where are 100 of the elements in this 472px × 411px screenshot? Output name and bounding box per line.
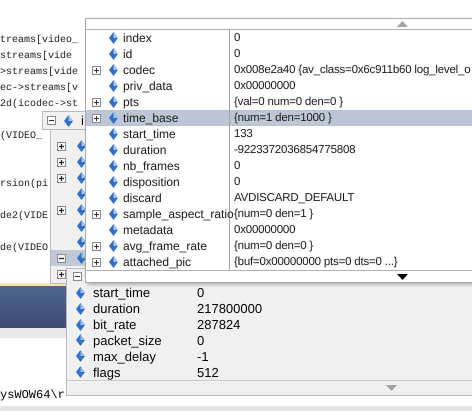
datatip-row[interactable]: metadata 0x00000000 [86,222,472,238]
field-name: metadata [123,223,174,238]
code-line: rsion(pi [0,178,48,192]
field-icon [109,48,118,60]
code-line: streams[vide [0,50,72,64]
field-name: packet_size [93,332,162,348]
field-icon [76,366,85,378]
datatip-row[interactable]: discard AVDISCARD_DEFAULT [86,190,472,206]
field-icon [109,32,118,44]
datatip-row[interactable]: start_time 133 [86,126,472,142]
field-name: flags [93,364,120,380]
datatip-row[interactable]: codec 0x008e2a40 {av_class=0x6c911b60 log_level_o [86,62,472,78]
field-value: 0 [233,160,240,172]
field-icon [76,334,85,346]
expand-icon[interactable] [92,114,100,123]
field-value: AVDISCARD_DEFAULT [233,192,354,204]
expand-icon[interactable] [92,98,100,107]
code-line: de(VIDEO [0,242,48,256]
field-name: id [123,47,132,62]
field-icon [109,64,118,76]
code-line: treams[video_ [0,34,78,48]
datatip-row[interactable]: index 0 [86,30,472,46]
code-line: ec->streams[v [0,82,78,96]
field-name: start_time [93,285,150,300]
field-value: 217800000 [197,301,262,316]
field-value: 133 [233,128,253,140]
field-icon [76,302,85,315]
field-name: discard [123,191,162,206]
field-icon [76,350,85,362]
field-icon [64,114,73,126]
field-icon [76,286,85,299]
field-name: duration [93,301,140,316]
expand-icon[interactable] [92,210,100,219]
field-name: bit_rate [93,317,136,332]
expand-icon[interactable] [56,142,66,150]
output-text: ysWOW64\r [0,388,65,402]
field-name: attached_pic [123,255,192,270]
field-value: 512 [197,364,219,380]
expand-icon[interactable] [92,66,100,75]
field-icon [109,224,118,236]
datatip-row[interactable]: time_base {num=1 den=1000 } [86,110,472,126]
field-icon [109,176,118,188]
datatip-row[interactable]: sample_aspect_ratio{num=0 den=1 } [86,206,472,222]
field-value: 287824 [197,317,240,332]
field-value: {buf=0x00000000 pts=0 dts=0 ...} [233,256,398,268]
field-icon [109,160,118,172]
field-icon [109,192,118,204]
collapse-icon[interactable] [56,254,66,262]
code-line: 2d(icodec->st [0,98,78,112]
datatip-row[interactable]: duration -9223372036854775808 [86,142,472,158]
field-icon [109,208,118,220]
field-name: priv_data [123,79,172,94]
field-icon [109,80,118,92]
datatip-row[interactable]: disposition 0 [86,174,472,190]
field-name: duration [123,143,166,158]
field-name: avg_frame_rate [123,239,208,254]
field-name: time_base [123,111,178,126]
field-value: 0 [197,332,204,348]
code-line: >streams[vide [0,66,78,80]
field-value: 0x00000000 [233,80,296,92]
field-value: {val=0 num=0 den=0 } [233,96,343,108]
field-value: 0x00000000 [233,224,296,236]
datatip-row[interactable]: attached_pic {buf=0x00000000 pts=0 dts=0 ...} [86,254,472,270]
field-name: pts [123,95,140,110]
field-icon [109,112,118,124]
field-icon [109,96,118,108]
field-name: sample_aspect_ratio [123,207,234,222]
field-icon [109,128,118,140]
expand-icon[interactable] [56,270,66,278]
field-value: -1 [197,348,209,364]
datatip-row[interactable]: id 0 [86,46,472,62]
field-name: codec [123,63,156,78]
field-value: -9223372036854775808 [233,144,356,156]
expand-icon[interactable] [92,258,100,267]
field-icon [76,318,85,331]
field-icon [109,144,118,156]
expand-icon[interactable] [56,158,66,166]
field-icon [109,256,118,268]
collapse-icon[interactable] [73,272,82,282]
field-name: start_time [123,127,176,142]
field-value: {num=1 den=1000 } [233,112,332,124]
datatip-row[interactable]: avg_frame_rate {num=0 den=0 } [86,238,472,254]
field-value: 0x008e2a40 {av_class=0x6c911b60 log_level_o [233,64,470,76]
field-name: max_delay [93,348,156,364]
collapse-icon[interactable] [47,116,56,125]
code-line: de2(VIDE [0,210,48,224]
field-name: disposition [123,175,180,190]
field-icon [109,240,118,252]
scroll-down-icon[interactable] [397,274,408,280]
datatip-row[interactable]: nb_frames 0 [86,158,472,174]
expand-icon[interactable] [56,206,66,214]
expand-icon[interactable] [56,174,66,182]
datatip-row[interactable]: priv_data 0x00000000 [86,78,472,94]
scroll-up-icon[interactable] [397,21,408,28]
field-value: 0 [233,176,240,188]
field-name: nb_frames [123,159,180,174]
expand-icon[interactable] [92,242,100,251]
field-value: 0 [233,48,240,60]
field-value: {num=0 den=0 } [233,240,314,252]
code-line: (VIDEO_ [0,130,42,144]
